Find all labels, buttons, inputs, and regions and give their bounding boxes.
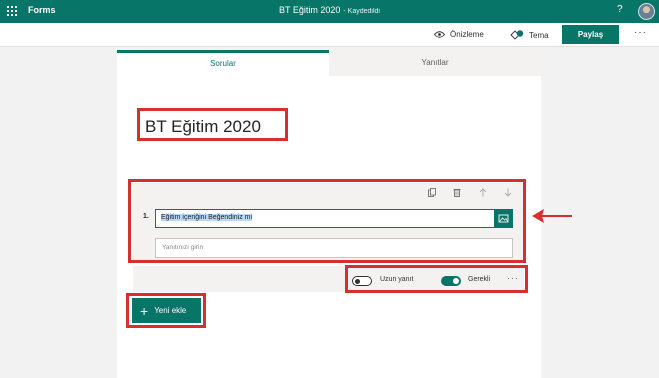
more-options-icon[interactable]: ··· xyxy=(634,27,647,38)
tab-questions[interactable]: Sorular xyxy=(117,50,329,76)
share-button[interactable]: Paylaş xyxy=(562,25,619,44)
document-title: BT Eğitim 2020- Kaydedildi xyxy=(0,5,659,15)
tab-answers[interactable]: Yanıtlar xyxy=(329,50,541,76)
theme-label: Tema xyxy=(529,30,549,40)
document-title-text: BT Eğitim 2020 xyxy=(279,5,341,15)
command-bar: Önizleme Tema Paylaş ··· xyxy=(0,23,659,47)
avatar[interactable] xyxy=(638,3,655,20)
preview-button[interactable]: Önizleme xyxy=(434,30,484,39)
save-status: - Kaydedildi xyxy=(343,8,380,15)
theme-button[interactable]: Tema xyxy=(510,30,549,40)
eye-icon xyxy=(434,31,445,38)
app-header: Forms BT Eğitim 2020- Kaydedildi ? xyxy=(0,0,659,23)
highlight-question-options xyxy=(345,265,528,293)
highlight-question-block xyxy=(128,179,526,263)
help-icon[interactable]: ? xyxy=(617,4,623,15)
preview-label: Önizleme xyxy=(450,30,484,39)
annotation-arrow-icon xyxy=(532,209,572,223)
highlight-form-title xyxy=(137,108,288,141)
theme-icon xyxy=(510,30,524,40)
highlight-add-new-button xyxy=(126,293,206,328)
